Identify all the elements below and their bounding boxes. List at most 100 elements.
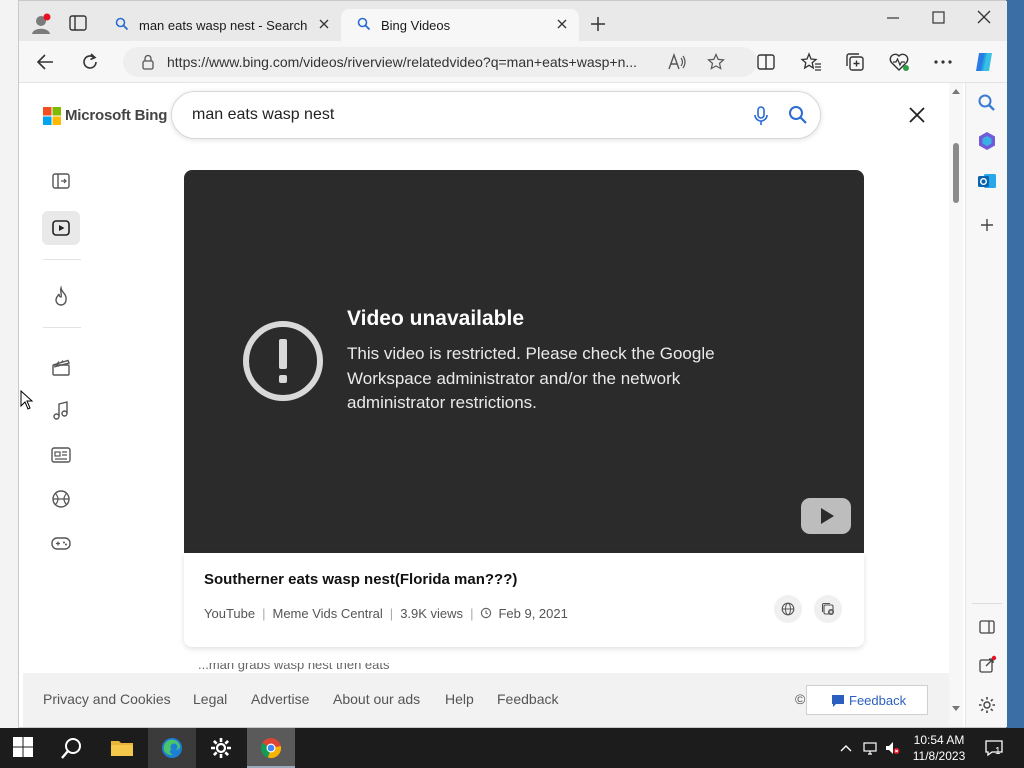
address-toolbar: https://www.bing.com/videos/riverview/re… bbox=[19, 41, 1007, 83]
search-box[interactable]: man eats wasp nest bbox=[171, 91, 821, 139]
video-unavailable-title: Video unavailable bbox=[347, 307, 525, 330]
favorite-star-icon[interactable] bbox=[707, 53, 725, 71]
notification-icon bbox=[985, 740, 1003, 757]
open-source-button[interactable] bbox=[774, 595, 802, 623]
privacy-link[interactable]: Privacy and Cookies bbox=[43, 691, 171, 707]
trending-flame-icon[interactable] bbox=[49, 285, 73, 309]
microphone-icon[interactable] bbox=[752, 106, 770, 126]
microsoft-logo-icon bbox=[43, 107, 61, 125]
tab-title: Bing Videos bbox=[381, 18, 451, 33]
search-icon bbox=[61, 738, 81, 759]
feedback-link[interactable]: Feedback bbox=[497, 691, 558, 707]
add-to-collection-button[interactable] bbox=[814, 595, 842, 623]
volume-muted-icon[interactable] bbox=[884, 740, 900, 756]
taskbar-chrome[interactable] bbox=[247, 728, 295, 768]
feedback-chat-icon bbox=[832, 695, 844, 707]
more-options-icon[interactable] bbox=[932, 51, 954, 73]
search-icon[interactable] bbox=[788, 105, 808, 125]
url-text[interactable]: https://www.bing.com/videos/riverview/re… bbox=[167, 54, 657, 70]
tab-actions-icon[interactable] bbox=[69, 15, 87, 31]
gaming-controller-icon[interactable] bbox=[49, 531, 73, 555]
taskbar-settings[interactable] bbox=[197, 728, 245, 768]
warning-exclamation-icon bbox=[243, 321, 323, 401]
history-clock-icon bbox=[481, 607, 492, 619]
notification-center-button[interactable]: 1 bbox=[984, 738, 1004, 758]
search-favicon-icon bbox=[357, 17, 371, 31]
expand-panel-icon[interactable] bbox=[49, 169, 73, 193]
tab-bing-videos[interactable]: Bing Videos bbox=[341, 9, 579, 41]
advertise-link[interactable]: Advertise bbox=[251, 691, 309, 707]
video-player[interactable]: Video unavailable This video is restrict… bbox=[184, 170, 864, 553]
news-icon[interactable] bbox=[49, 443, 73, 467]
scroll-down-icon[interactable] bbox=[951, 705, 961, 713]
edge-sidebar bbox=[965, 83, 1007, 727]
divider bbox=[43, 327, 81, 328]
taskbar-file-explorer[interactable] bbox=[98, 728, 146, 768]
add-sidebar-app-icon[interactable] bbox=[977, 215, 997, 235]
youtube-logo-icon[interactable] bbox=[801, 498, 851, 534]
tab-search[interactable]: man eats wasp nest - Search bbox=[99, 9, 341, 41]
video-views: 3.9K views bbox=[400, 606, 464, 621]
legal-link[interactable]: Legal bbox=[193, 691, 227, 707]
sidebar-divider bbox=[972, 603, 1002, 604]
collection-add-icon bbox=[821, 602, 834, 615]
close-tab-icon[interactable] bbox=[317, 17, 331, 31]
favorites-icon[interactable] bbox=[800, 51, 822, 73]
collections-icon[interactable] bbox=[844, 51, 866, 73]
clock-date: 11/8/2023 bbox=[912, 749, 966, 763]
refresh-icon[interactable] bbox=[79, 51, 101, 73]
video-meta: YouTube | Meme Vids Central | 3.9K views | Feb… bbox=[204, 606, 568, 621]
feedback-button[interactable]: Feedback bbox=[806, 685, 928, 715]
page-scrollbar[interactable] bbox=[949, 83, 963, 727]
globe-icon bbox=[781, 602, 795, 616]
settings-gear-icon[interactable] bbox=[977, 695, 997, 715]
clock[interactable]: 10:54 AM 11/8/2023 bbox=[908, 732, 970, 764]
video-date: Feb 9, 2021 bbox=[498, 606, 568, 621]
video-title[interactable]: Southerner eats wasp nest(Florida man???… bbox=[204, 571, 517, 588]
tab-title: man eats wasp nest - Search bbox=[139, 18, 308, 33]
new-tab-icon[interactable] bbox=[589, 15, 607, 33]
settings-gear-icon bbox=[211, 738, 231, 758]
browser-essentials-icon[interactable] bbox=[888, 51, 910, 73]
close-tab-icon[interactable] bbox=[555, 17, 569, 31]
office-icon[interactable] bbox=[977, 131, 997, 151]
search-input[interactable]: man eats wasp nest bbox=[192, 106, 334, 124]
movies-clapper-icon[interactable] bbox=[49, 355, 73, 379]
sidebar-item-videos[interactable] bbox=[42, 211, 80, 245]
scroll-up-icon[interactable] bbox=[951, 87, 961, 95]
outlook-icon[interactable] bbox=[977, 171, 997, 191]
back-icon[interactable] bbox=[35, 51, 57, 73]
page-content: Microsoft Bing man eats wasp nest Video … bbox=[23, 83, 963, 727]
hide-sidebar-icon[interactable] bbox=[977, 617, 997, 637]
split-screen-icon[interactable] bbox=[755, 51, 777, 73]
copyright: © bbox=[795, 691, 806, 707]
scrollbar-thumb[interactable] bbox=[953, 143, 959, 203]
close-icon[interactable] bbox=[907, 105, 927, 125]
folder-icon bbox=[111, 741, 133, 756]
close-window-icon[interactable] bbox=[974, 9, 994, 27]
open-external-icon[interactable] bbox=[977, 655, 997, 675]
video-source: YouTube bbox=[204, 606, 256, 621]
help-link[interactable]: Help bbox=[445, 691, 474, 707]
video-channel[interactable]: Meme Vids Central bbox=[272, 606, 382, 621]
taskbar-edge[interactable] bbox=[148, 728, 196, 768]
lock-icon[interactable] bbox=[141, 54, 155, 70]
taskbar-search[interactable] bbox=[48, 728, 96, 768]
tab-strip: man eats wasp nest - Search Bing Videos bbox=[19, 1, 1007, 41]
network-icon[interactable] bbox=[862, 740, 878, 756]
profile-icon[interactable] bbox=[31, 13, 51, 35]
sports-ball-icon[interactable] bbox=[49, 487, 73, 511]
minimize-icon[interactable] bbox=[883, 9, 903, 27]
address-bar[interactable]: https://www.bing.com/videos/riverview/re… bbox=[123, 47, 757, 77]
clock-time: 10:54 AM bbox=[913, 733, 965, 747]
about-ads-link[interactable]: About our ads bbox=[333, 691, 420, 707]
music-note-icon[interactable] bbox=[49, 399, 73, 423]
search-sidebar-icon[interactable] bbox=[977, 93, 997, 113]
copilot-icon[interactable] bbox=[973, 51, 995, 73]
windows-logo-icon bbox=[13, 737, 33, 757]
read-aloud-icon[interactable] bbox=[667, 53, 687, 71]
start-button[interactable] bbox=[0, 728, 48, 768]
tray-chevron-up-icon[interactable] bbox=[838, 740, 854, 756]
notification-count: 1 bbox=[995, 746, 1001, 757]
maximize-icon[interactable] bbox=[928, 9, 948, 27]
